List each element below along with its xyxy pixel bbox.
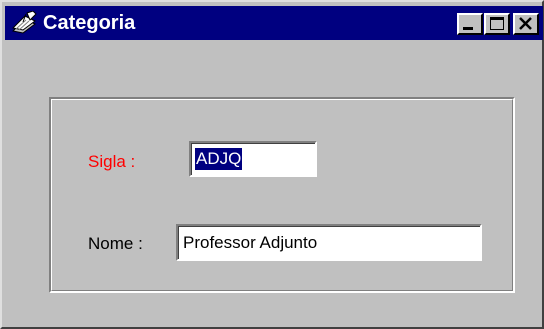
sigla-value[interactable]: ADJQ	[195, 148, 243, 170]
close-button[interactable]	[513, 13, 539, 35]
nome-input[interactable]: Professor Adjunto	[176, 224, 482, 261]
title-bar[interactable]: Categoria	[5, 6, 543, 40]
sigla-label: Sigla :	[88, 152, 136, 171]
maximize-button[interactable]	[484, 13, 510, 35]
notebook-pen-icon	[11, 10, 37, 35]
form-group-box	[49, 97, 515, 293]
sigla-input[interactable]: ADJQ	[189, 141, 317, 177]
nome-value[interactable]: Professor Adjunto	[183, 232, 317, 254]
minimize-button[interactable]	[457, 13, 483, 35]
nome-label: Nome :	[88, 234, 143, 253]
group-box-bevel	[51, 99, 513, 291]
categoria-window: Categoria Sigla: ADJQ Nome: Professor …	[0, 0, 544, 329]
window-title: Categoria	[43, 12, 136, 34]
